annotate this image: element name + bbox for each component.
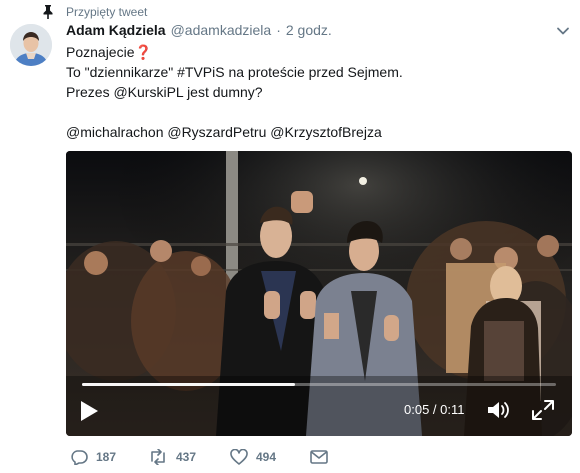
tweet-line: Poznajecie❓ [66, 44, 152, 60]
volume-icon[interactable] [486, 399, 510, 421]
like-icon [230, 449, 248, 465]
tweet-mentions[interactable]: @michalrachon @RyszardPetru @KrzysztofBr… [66, 122, 566, 142]
fullscreen-icon[interactable] [531, 399, 555, 421]
message-icon [310, 450, 328, 464]
pin-icon [43, 5, 53, 19]
chevron-down-icon[interactable] [556, 26, 570, 36]
current-time: 0:05 [404, 402, 430, 417]
author-handle[interactable]: @adamkadziela [171, 22, 272, 38]
retweet-button[interactable]: 437 [148, 448, 196, 466]
video-frame [66, 151, 572, 436]
video-progress-bar[interactable] [82, 383, 556, 386]
play-icon[interactable] [78, 399, 100, 423]
separator-dot: · [276, 22, 281, 38]
message-button[interactable] [310, 448, 328, 466]
tweet-header: Adam Kądziela @adamkadziela · 2 godz. [66, 22, 332, 40]
retweet-count: 437 [176, 450, 197, 464]
avatar[interactable] [10, 24, 52, 66]
reply-icon [71, 450, 88, 465]
tweet-line: To "dziennikarze" #TVPiS na proteście pr… [66, 64, 403, 80]
reply-button[interactable]: 187 [70, 448, 116, 466]
like-button[interactable]: 494 [230, 448, 276, 466]
red-question-emoji: ❓ [134, 44, 152, 60]
video-player[interactable]: 0:05 / 0:11 [66, 151, 572, 436]
author-name[interactable]: Adam Kądziela [66, 22, 166, 38]
time-separator: / [429, 402, 441, 417]
timestamp[interactable]: 2 godz. [286, 22, 332, 38]
video-progress-fill [82, 383, 296, 386]
duration: 0:11 [440, 402, 465, 417]
video-time: 0:05 / 0:11 [404, 402, 465, 417]
tweet-line: Prezes @KurskiPL jest dumny? [66, 84, 263, 100]
pinned-label: Przypięty tweet [66, 5, 148, 19]
like-count: 494 [256, 450, 277, 464]
avatar-image [10, 24, 52, 66]
retweet-icon [151, 449, 165, 465]
reply-count: 187 [96, 450, 117, 464]
tweet-text: Poznajecie❓ To "dziennikarze" #TVPiS na … [66, 42, 566, 142]
